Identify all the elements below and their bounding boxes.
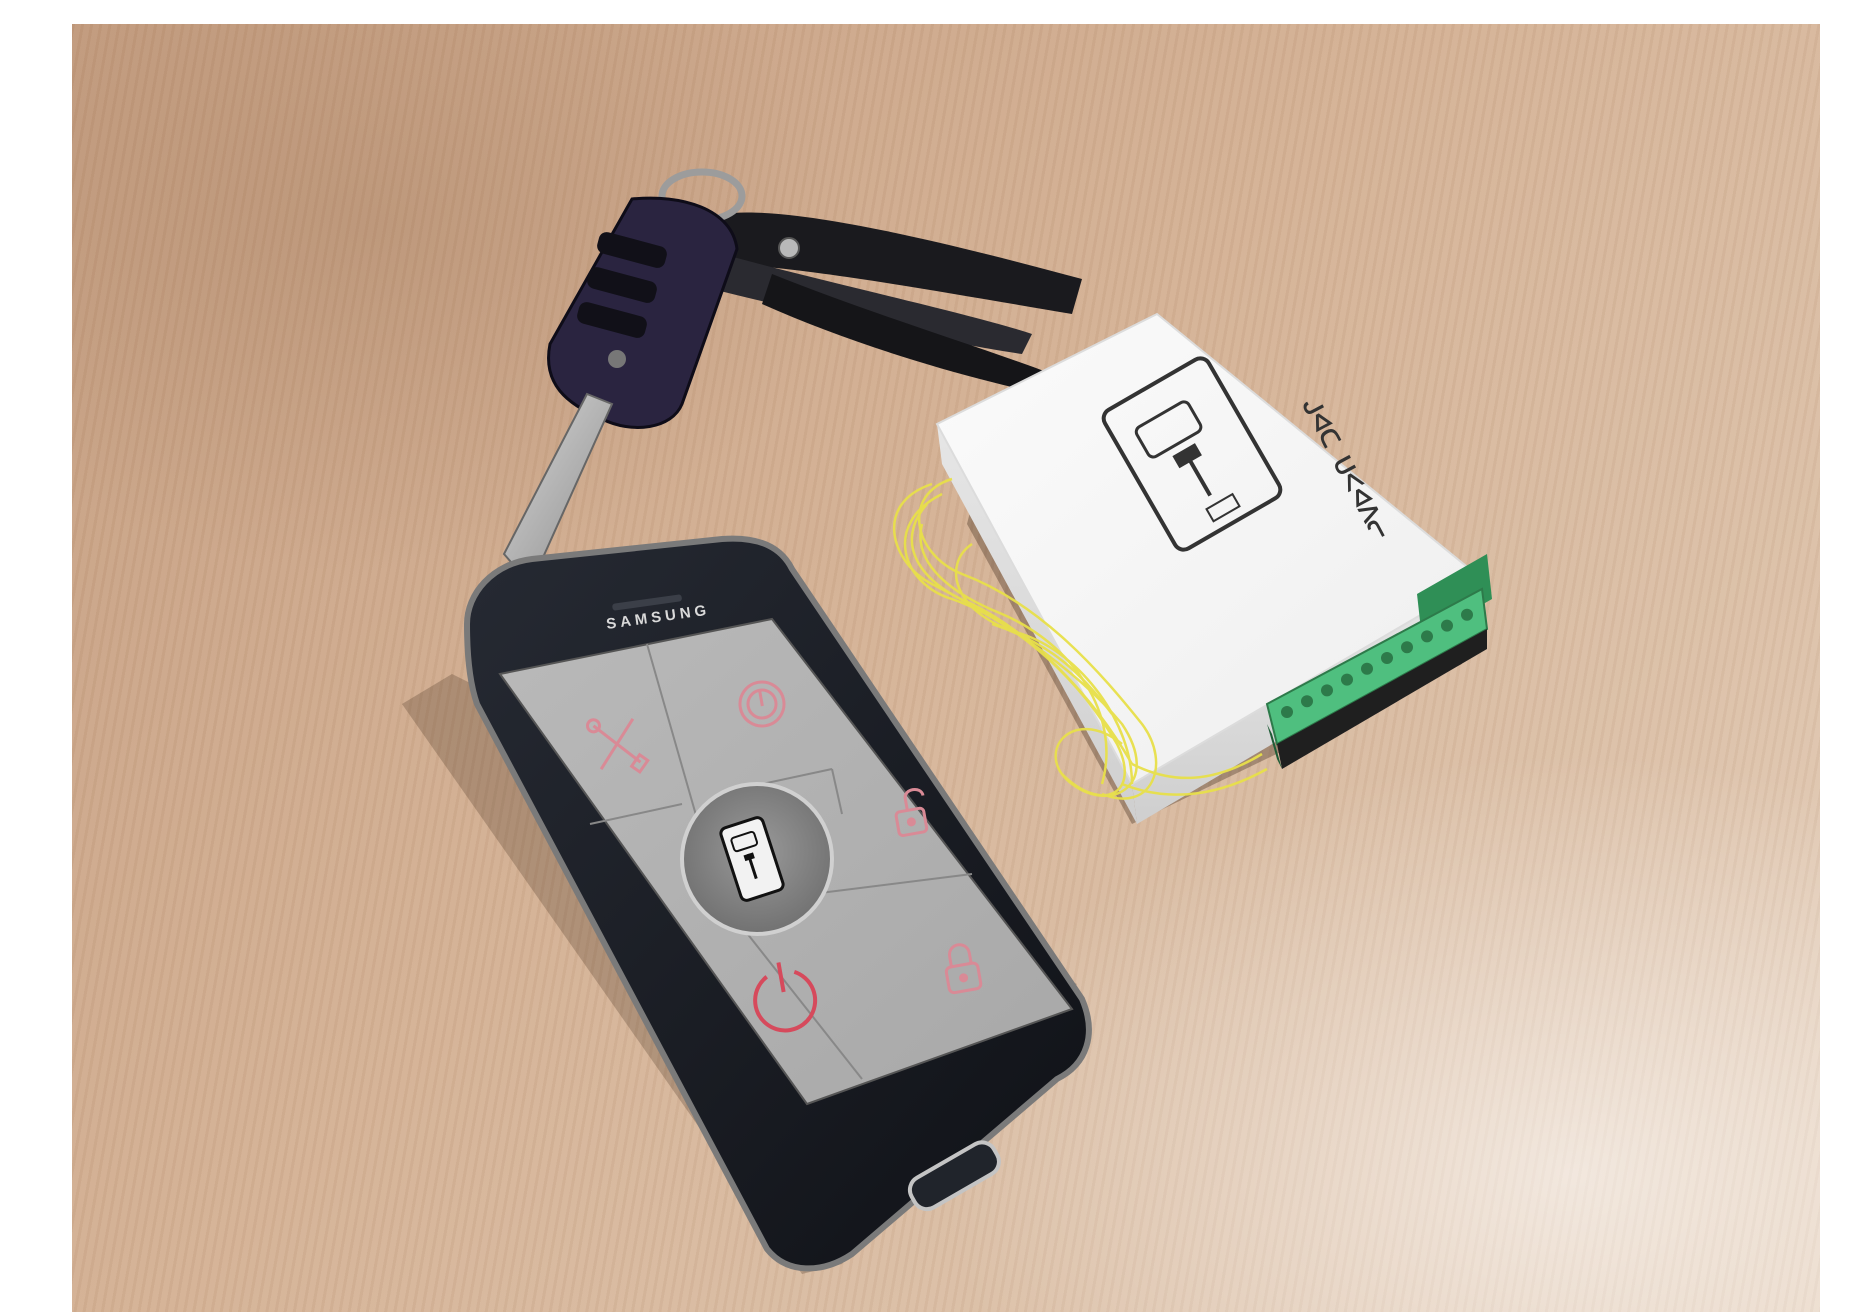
- terminal-screw: [1281, 706, 1293, 718]
- terminal-screw: [1441, 619, 1453, 632]
- key-fob: [547, 196, 739, 429]
- terminal-screw: [1381, 652, 1393, 664]
- terminal-screw: [1361, 662, 1373, 675]
- terminal-screw: [1401, 641, 1413, 654]
- key-blade: [502, 392, 614, 571]
- photo: ᒍᐊᑕ ᑌᐸᐊᐱᓕ SAMSUNG: [72, 24, 1820, 1312]
- remote-start-module: ᒍᐊᑕ ᑌᐸᐊᐱᓕ: [935, 312, 1492, 824]
- terminal-screw: [1301, 695, 1313, 708]
- terminal-screw: [1461, 608, 1473, 621]
- leather-keychain: [712, 212, 1082, 394]
- terminal-screw: [1341, 673, 1353, 686]
- terminal-screw: [1421, 630, 1433, 643]
- center-app-logo[interactable]: [680, 782, 834, 936]
- terminal-screw: [1321, 684, 1333, 697]
- smartphone: SAMSUNG: [402, 535, 1092, 1274]
